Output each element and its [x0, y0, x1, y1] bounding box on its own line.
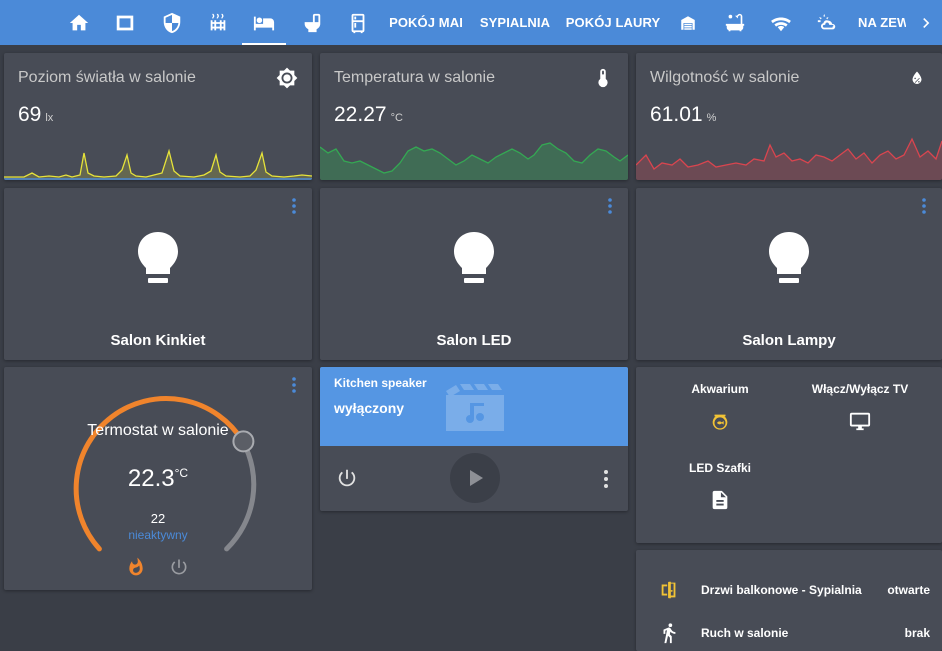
entity-name: Drzwi balkonowe - Sypialnia [701, 583, 862, 597]
square-icon [116, 15, 134, 30]
fire-icon[interactable] [126, 557, 146, 577]
tab-bathroom[interactable] [297, 0, 327, 45]
more-options-button[interactable] [288, 197, 300, 215]
dots-vertical-icon[interactable] [602, 468, 610, 490]
tab-bath[interactable] [720, 0, 750, 45]
entity-row-balcony-door[interactable]: Drzwi balkonowe - Sypialnia otwarte [636, 575, 942, 605]
lightbulb-icon[interactable] [765, 232, 813, 292]
sensor-card-temperature[interactable]: Temperatura w salonie 22.27 °C [320, 53, 628, 180]
fishbowl-icon [712, 414, 728, 430]
light-name: Salon Lampy [742, 332, 836, 349]
thermostat-target-temp: 22 [150, 511, 166, 526]
entity-row-motion[interactable]: Ruch w salonie brak [636, 618, 942, 648]
fridge-icon [351, 13, 365, 33]
entity-state: brak [904, 626, 930, 640]
sensor-value: 22.27 °C [334, 103, 403, 126]
play-button[interactable] [450, 453, 500, 503]
more-options-button[interactable] [918, 197, 930, 215]
file-document-icon [712, 490, 728, 510]
scroll-tabs-right[interactable] [914, 0, 938, 45]
tab-garage[interactable] [673, 0, 703, 45]
button-tv[interactable]: Włącz/Wyłącz TV [785, 382, 935, 432]
chevron-right-icon [923, 17, 930, 28]
tab-network[interactable] [766, 0, 796, 45]
temperature-sparkline [320, 142, 628, 180]
media-header[interactable]: Kitchen speaker wyłączony [320, 367, 628, 446]
weather-icon [817, 13, 836, 29]
thermostat-card: Termostat w salonie 22.3°C 22 nieaktywny [4, 367, 312, 590]
water-percent-icon [912, 71, 922, 84]
home-icon [69, 14, 89, 30]
sensor-name: Wilgotność w salonie [650, 69, 800, 86]
light-name: Salon Kinkiet [110, 332, 206, 349]
brightness-icon [276, 67, 298, 89]
media-player-card: Kitchen speaker wyłączony [320, 367, 628, 511]
button-led-szafki[interactable]: LED Szafki [645, 461, 795, 511]
toilet-icon [304, 13, 321, 32]
tab-home[interactable] [64, 0, 94, 45]
entities-card: Drzwi balkonowe - Sypialnia otwarte Ruch… [636, 550, 942, 651]
dots-vertical-icon [608, 198, 612, 214]
light-card-lampy[interactable]: Salon Lampy [636, 188, 942, 360]
button-label: Akwarium [691, 382, 749, 396]
tab-heating[interactable] [203, 0, 233, 45]
radiator-icon [210, 13, 226, 30]
shield-icon [163, 12, 181, 33]
tab-living-room[interactable] [242, 0, 286, 45]
light-card-led[interactable]: Salon LED [320, 188, 628, 360]
monitor-icon [849, 412, 871, 431]
sensor-unit: lx [45, 112, 54, 124]
tab-kitchen[interactable] [343, 0, 373, 45]
tab-pokoj-laury[interactable]: POKÓJ LAURY [566, 0, 660, 45]
power-icon[interactable] [169, 557, 189, 577]
dots-vertical-icon [292, 198, 296, 214]
tab-weather[interactable] [812, 0, 842, 45]
tab-na-zewnatrz[interactable]: NA ZEW [858, 0, 906, 45]
top-navigation-bar: POKÓJ MAI SYPIALNIA POKÓJ LAURY NA ZEW [0, 0, 942, 45]
media-player-name: Kitchen speaker [334, 376, 427, 390]
light-name: Salon LED [436, 332, 512, 349]
tab-security[interactable] [157, 0, 187, 45]
thermostat-state: nieaktywny [128, 528, 188, 542]
door-open-icon [661, 581, 676, 599]
humidity-sparkline [636, 137, 942, 180]
button-akwarium[interactable]: Akwarium [645, 382, 795, 432]
entity-buttons-card: Akwarium Włącz/Wyłącz TV LED Szafki [636, 367, 942, 543]
media-controls [320, 446, 628, 511]
play-icon [470, 470, 483, 486]
lightbulb-icon[interactable] [450, 232, 498, 292]
thermostat-name: Termostat w salonie [87, 422, 229, 439]
thermostat-current-temp: 22.3°C [127, 465, 189, 492]
movie-music-icon [446, 384, 504, 431]
sensor-value: 61.01% [650, 103, 717, 126]
garage-icon [681, 15, 695, 30]
sensor-name: Temperatura w salonie [334, 69, 495, 86]
bathtub-icon [725, 13, 745, 31]
lightbulb-icon[interactable] [134, 232, 182, 292]
sensor-name: Poziom światła w salonie [18, 69, 196, 86]
tab-sypialnia[interactable]: SYPIALNIA [480, 0, 550, 45]
sensor-card-light[interactable]: Poziom światła w salonie 69 lx [4, 53, 312, 180]
sofa-icon [253, 16, 275, 30]
tab-square[interactable] [110, 0, 140, 45]
light-sparkline [4, 148, 312, 180]
entity-state: otwarte [887, 583, 930, 597]
tab-pokoj-mai[interactable]: POKÓJ MAI [389, 0, 463, 45]
light-card-kinkiet[interactable]: Salon Kinkiet [4, 188, 312, 360]
wifi-icon [771, 17, 791, 31]
sensor-unit: % [706, 112, 717, 124]
media-player-state: wyłączony [334, 400, 405, 416]
power-icon[interactable] [336, 467, 358, 489]
sensor-value: 69 lx [18, 103, 54, 126]
entity-name: Ruch w salonie [701, 626, 789, 640]
button-label: LED Szafki [688, 461, 751, 475]
button-label: Włącz/Wyłącz TV [811, 382, 909, 396]
dots-vertical-icon [922, 198, 926, 214]
more-options-button[interactable] [604, 197, 616, 215]
thermometer-icon [598, 68, 608, 88]
walk-icon [663, 623, 676, 644]
sensor-unit: °C [390, 112, 403, 124]
sensor-card-humidity[interactable]: Wilgotność w salonie 61.01% [636, 53, 942, 180]
